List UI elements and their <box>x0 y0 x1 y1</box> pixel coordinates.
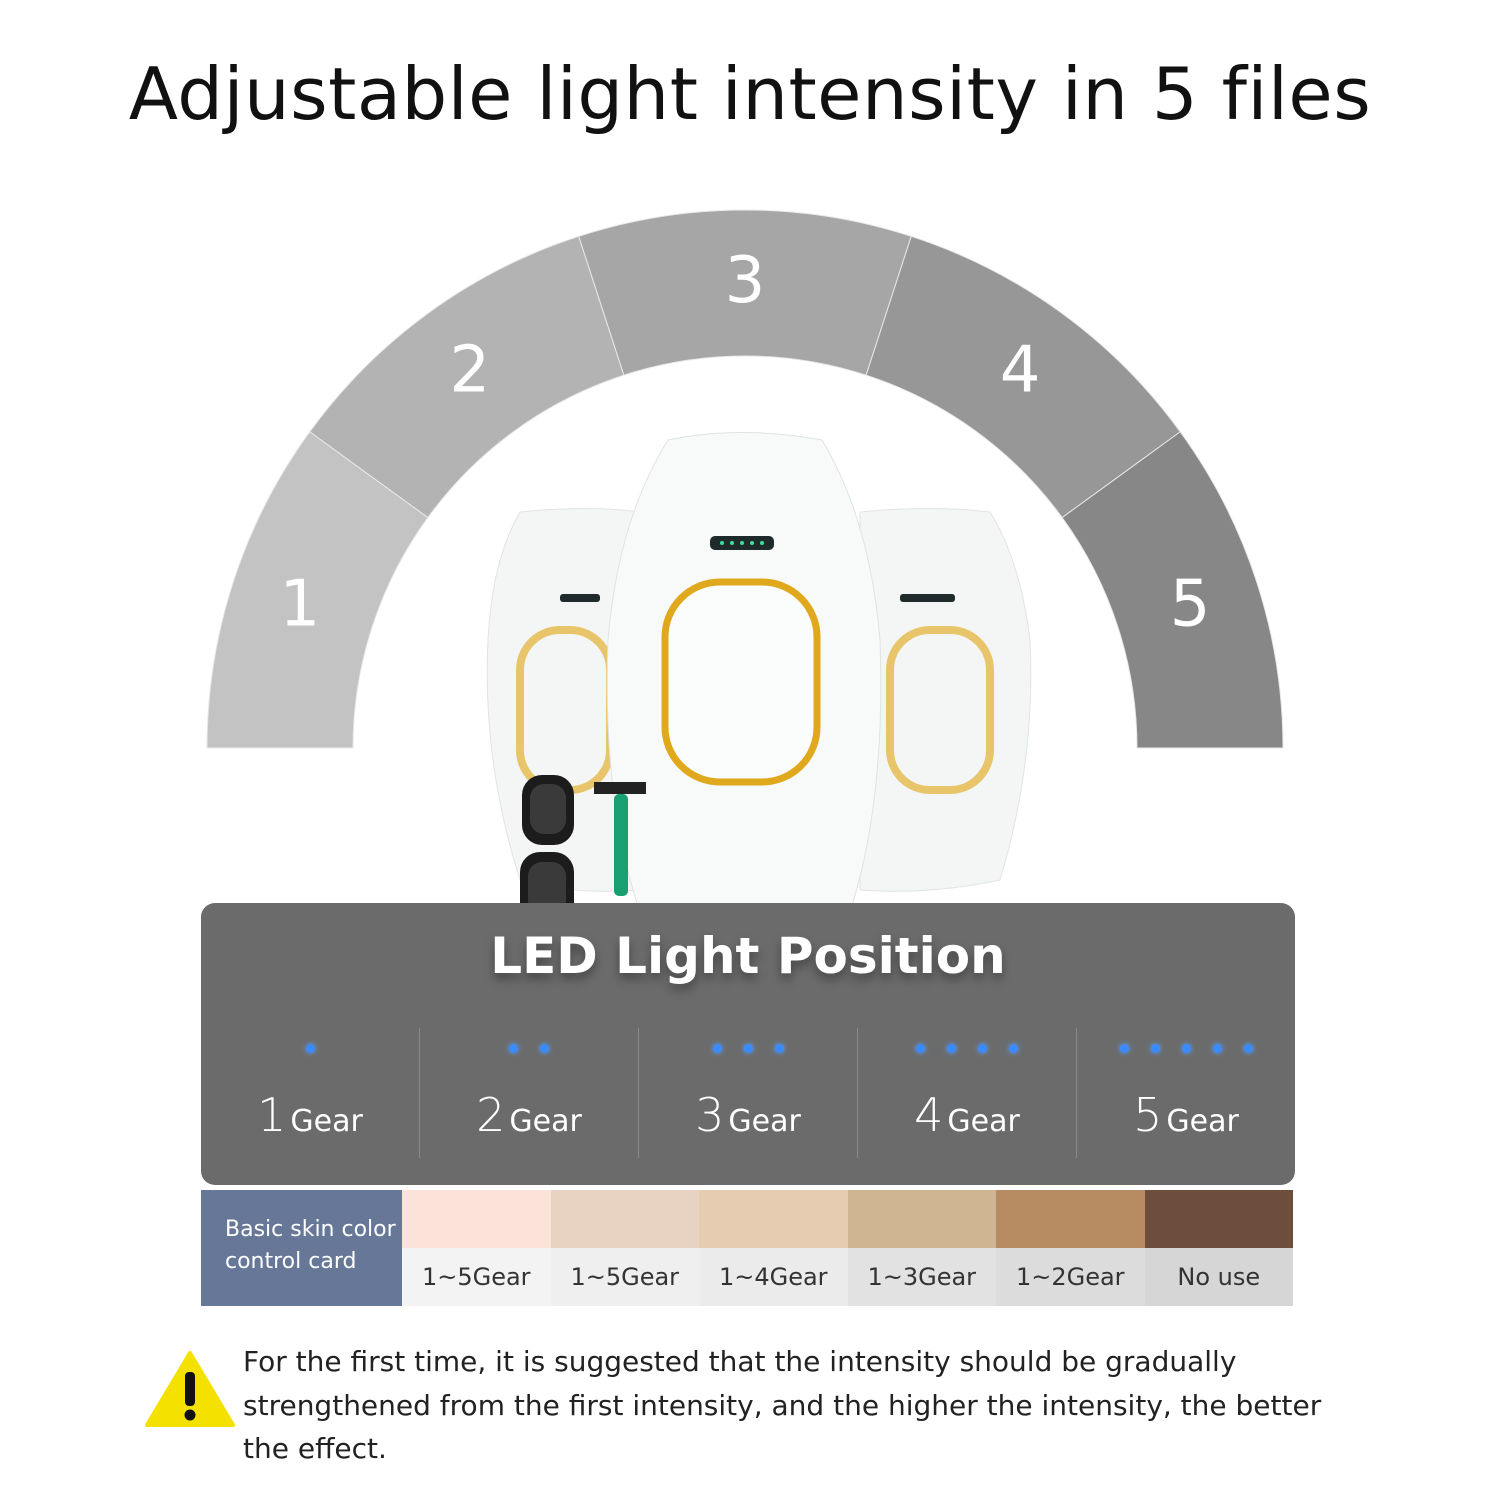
skin-color-card: Basic skin color control card 1~5Gear 1~5… <box>201 1190 1293 1306</box>
swatch-gear-range: 1~2Gear <box>996 1248 1145 1306</box>
gear-1: 1 Gear <box>201 1028 419 1158</box>
led-dot-icon <box>774 1044 784 1053</box>
led-dot-icon <box>1009 1044 1018 1053</box>
device-right <box>859 508 1032 892</box>
swatch-gear-range: 1~5Gear <box>550 1248 699 1306</box>
gear-label: Gear <box>728 1104 801 1139</box>
gear-4: 4 Gear <box>857 1028 1076 1158</box>
led-indicator <box>420 1038 638 1057</box>
gear-number: 3 <box>695 1088 725 1142</box>
gear-number: 1 <box>257 1088 287 1142</box>
swatch-gear-range: No use <box>1144 1248 1293 1306</box>
gear-number: 2 <box>476 1088 506 1142</box>
led-dot-icon <box>743 1044 753 1053</box>
swatch-gear-range: 1~4Gear <box>699 1248 848 1306</box>
arc-label: 2 <box>450 333 491 407</box>
led-dot-icon <box>916 1044 925 1053</box>
led-indicator <box>1077 1038 1295 1057</box>
gear-5: 5 Gear <box>1076 1028 1295 1158</box>
led-dot-icon <box>1212 1044 1222 1053</box>
led-dot-icon <box>1150 1044 1160 1053</box>
swatch-color <box>1144 1190 1293 1248</box>
led-dot-icon <box>540 1044 549 1053</box>
led-indicator <box>201 1038 419 1057</box>
swatch-gear-range: 1~3Gear <box>847 1248 996 1306</box>
gear-label: Gear <box>509 1104 582 1139</box>
usage-note: For the first time, it is suggested that… <box>243 1345 1322 1465</box>
swatch-gear-range: 1~5Gear <box>402 1248 551 1306</box>
skin-swatch: 1~4Gear <box>699 1190 848 1306</box>
panel-title: LED Light Position <box>490 927 1006 985</box>
skin-swatch: No use <box>1144 1190 1293 1306</box>
warning-icon <box>145 1351 235 1427</box>
swatch-color <box>550 1190 699 1248</box>
skin-swatch: 1~3Gear <box>847 1190 996 1306</box>
intensity-arc: 1 2 3 4 5 <box>206 209 1284 924</box>
gear-label: Gear <box>947 1104 1020 1139</box>
gear-label: Gear <box>1166 1104 1239 1139</box>
gear-number: 4 <box>914 1088 944 1142</box>
led-dot-icon <box>1119 1044 1129 1053</box>
swatch-color <box>699 1190 848 1248</box>
led-indicator <box>858 1038 1076 1057</box>
led-dot-icon <box>712 1044 722 1053</box>
led-light-panel: LED Light Position 1 Gear 2 Gear 3 Gear 4 Gear 5… <box>201 903 1295 1185</box>
gear-2: 2 Gear <box>419 1028 638 1158</box>
gear-3: 3 Gear <box>638 1028 857 1158</box>
arc-label: 4 <box>1000 333 1041 407</box>
arc-label: 3 <box>725 244 766 318</box>
gear-number: 5 <box>1133 1088 1163 1142</box>
led-dot-icon <box>305 1044 315 1053</box>
skin-card-label: Basic skin color control card <box>201 1190 402 1306</box>
led-dot-icon <box>978 1044 987 1053</box>
skin-swatch: 1~5Gear <box>402 1190 551 1306</box>
swatch-color <box>402 1190 551 1248</box>
swatch-color <box>996 1190 1145 1248</box>
gear-label: Gear <box>290 1104 363 1139</box>
device-illustration <box>486 432 1032 924</box>
led-dot-icon <box>947 1044 956 1053</box>
arc-label: 5 <box>1170 567 1211 641</box>
led-indicator <box>639 1038 857 1057</box>
skin-swatch: 1~2Gear <box>996 1190 1145 1306</box>
led-dot-icon <box>1181 1044 1191 1053</box>
arc-label: 1 <box>280 567 321 641</box>
led-dot-icon <box>1243 1044 1253 1053</box>
swatch-color <box>847 1190 996 1248</box>
skin-swatch: 1~5Gear <box>550 1190 699 1306</box>
led-dot-icon <box>509 1044 518 1053</box>
